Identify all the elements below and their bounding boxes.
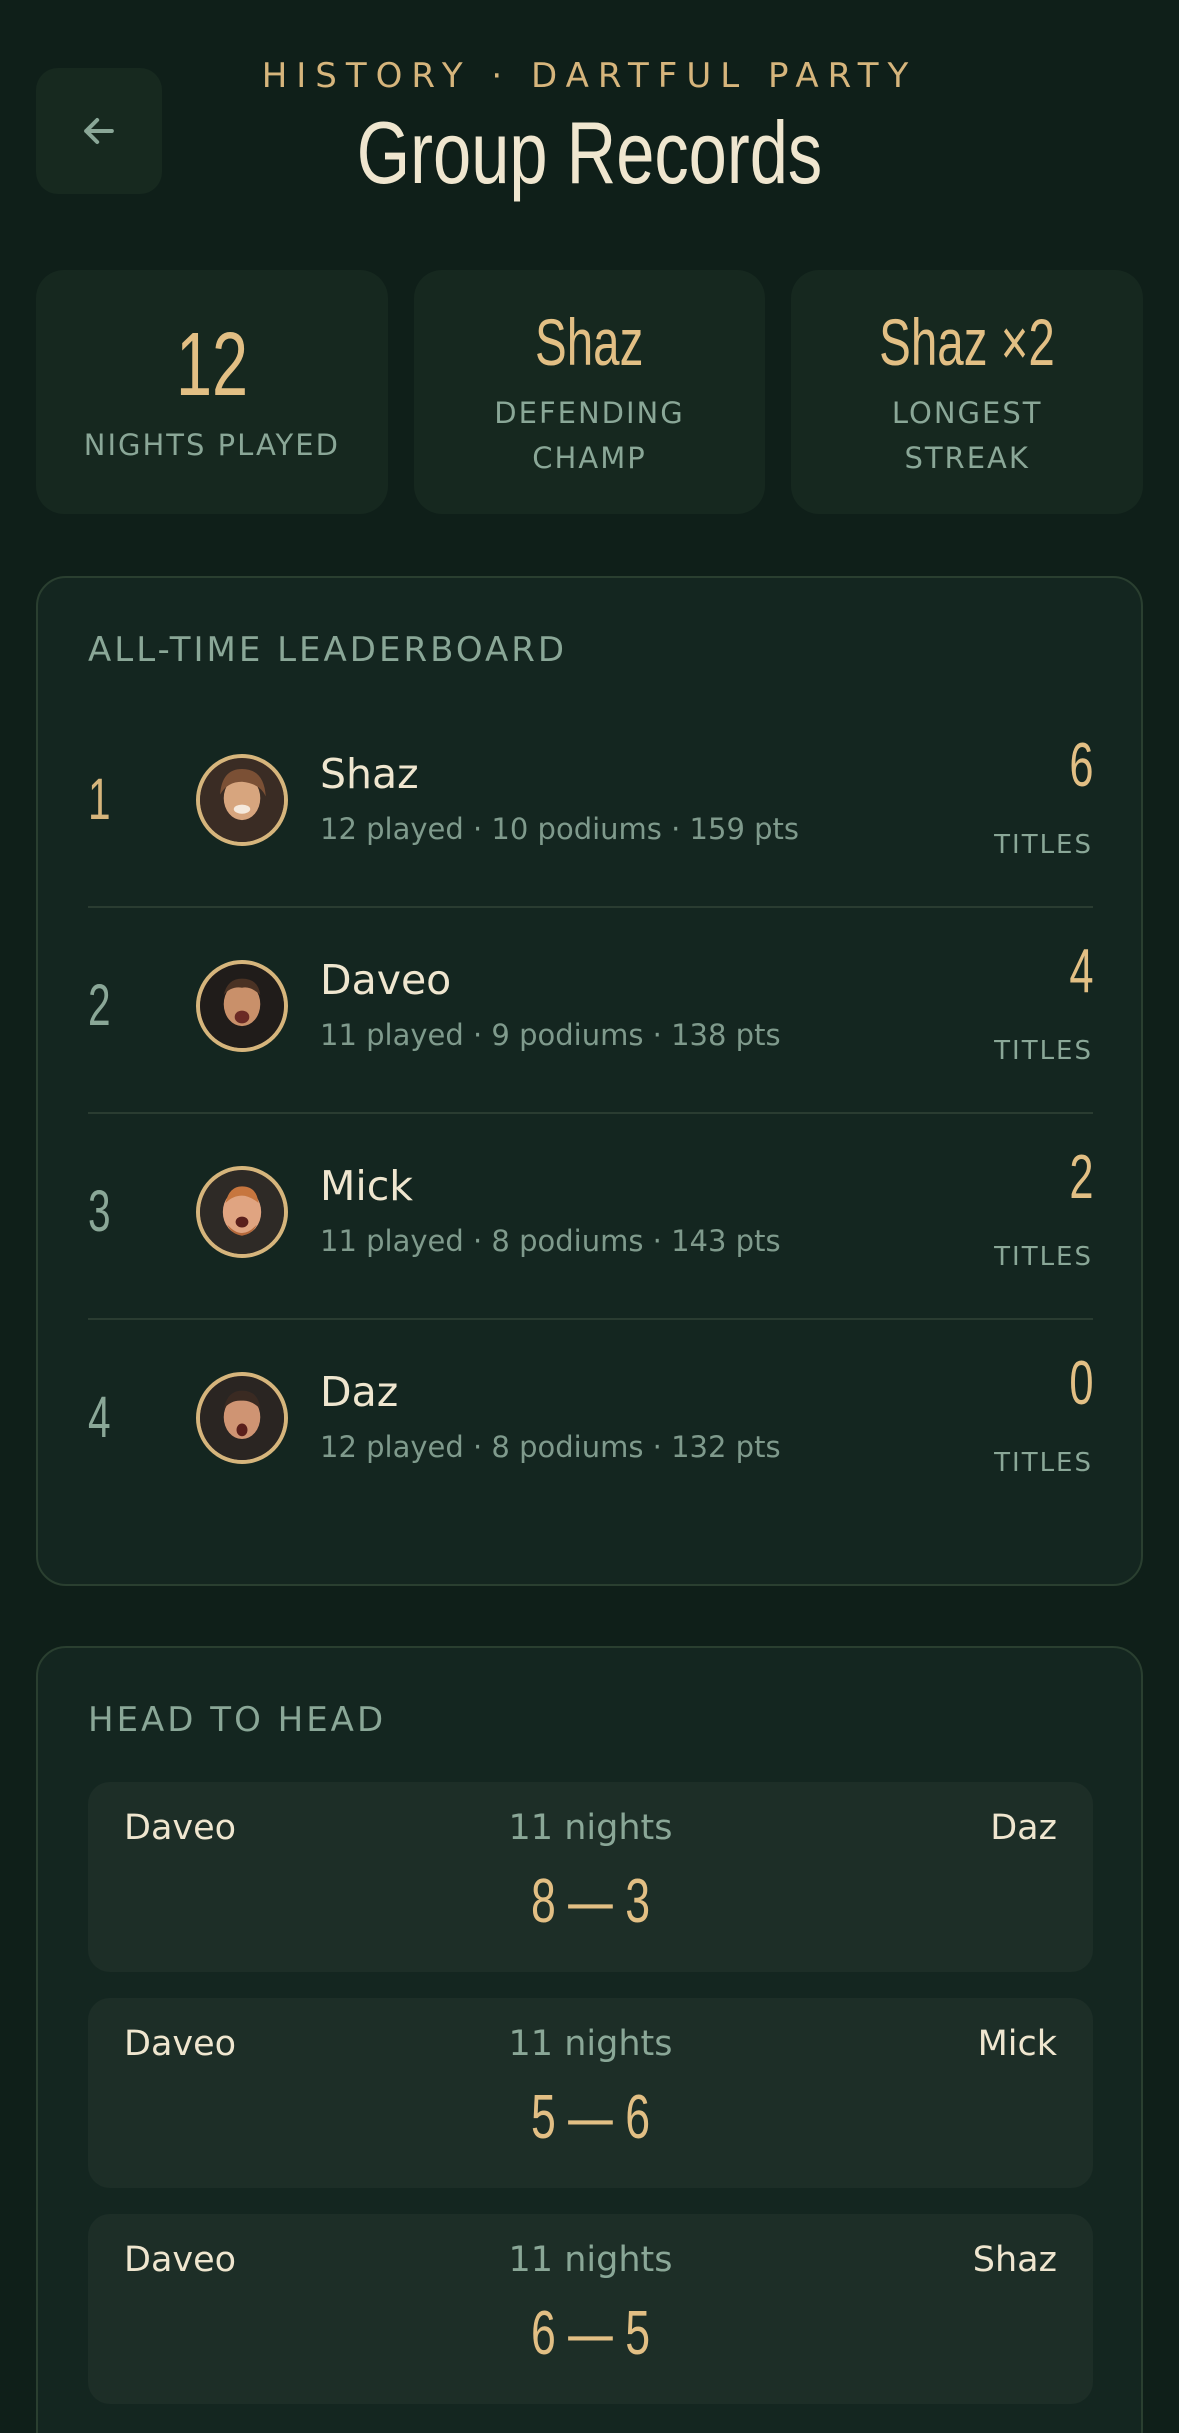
player-right: Daz: [990, 1808, 1057, 1848]
nights-count: 11 nights: [508, 2024, 673, 2064]
leaderboard-title: ALL-TIME LEADERBOARD: [88, 630, 568, 670]
player-name: Daveo: [320, 956, 452, 1004]
avatar: [196, 754, 288, 846]
stat-label: DEFENDING CHAMP: [494, 396, 685, 475]
player-right: Mick: [977, 2024, 1057, 2064]
page-eyebrow: HISTORY · DARTFUL PARTY: [261, 56, 918, 96]
titles-label: TITLES: [994, 1448, 1093, 1478]
head-to-head-title: HEAD TO HEAD: [88, 1700, 387, 1740]
rank-number: 1: [88, 767, 111, 832]
matchup-score: 6 — 5: [530, 2299, 651, 2368]
avatar: [196, 1372, 288, 1464]
rank-number: 4: [88, 1385, 111, 1450]
stat-value: Shaz: [535, 305, 644, 379]
group-records-screen: HISTORY · DARTFUL PARTY Group Records 12…: [0, 0, 1179, 2433]
matchup-card[interactable]: Daveo 11 nights Mick 5 — 6: [88, 1998, 1093, 2188]
titles-count: 0: [1068, 1349, 1093, 1418]
leaderboard-row[interactable]: 4 Daz 12 played · 8 podiums · 132 pts 0 …: [88, 1320, 1093, 1526]
matchup-score: 8 — 3: [530, 1867, 651, 1936]
avatar: [196, 1166, 288, 1258]
stat-value: Shaz ×2: [879, 305, 1056, 379]
player-name: Daz: [320, 1368, 399, 1416]
avatar: [196, 960, 288, 1052]
leaderboard-card: ALL-TIME LEADERBOARD 1 Shaz 12 played · …: [36, 576, 1143, 1586]
player-stats: 11 played · 9 podiums · 138 pts: [320, 1018, 781, 1052]
titles-count: 2: [1068, 1143, 1093, 1212]
arrow-left-icon: [84, 117, 114, 145]
stat-label: LONGEST STREAK: [891, 396, 1043, 475]
stat-defending-champ: Shaz DEFENDING CHAMP: [413, 270, 766, 514]
rank-number: 3: [88, 1179, 111, 1244]
titles-count: 6: [1068, 731, 1093, 800]
titles-label: TITLES: [994, 1036, 1093, 1066]
nights-count: 11 nights: [508, 1808, 673, 1848]
page-title: Group Records: [356, 103, 823, 202]
nights-count: 11 nights: [508, 2240, 673, 2280]
player-right: Shaz: [972, 2240, 1057, 2280]
player-stats: 11 played · 8 podiums · 143 pts: [320, 1224, 781, 1258]
player-name: Shaz: [320, 750, 419, 798]
leaderboard-row[interactable]: 1 Shaz 12 played · 10 podiums · 159 pts …: [88, 702, 1093, 908]
player-stats: 12 played · 8 podiums · 132 pts: [320, 1430, 781, 1464]
matchup-card[interactable]: Daveo 11 nights Daz 8 — 3: [88, 1782, 1093, 1972]
titles-label: TITLES: [994, 830, 1093, 860]
player-stats: 12 played · 10 podiums · 159 pts: [320, 812, 800, 846]
stat-longest-streak: Shaz ×2 LONGEST STREAK: [791, 270, 1144, 514]
leaderboard-row[interactable]: 3 Mick 11 played · 8 podiums · 143 pts 2…: [88, 1114, 1093, 1320]
titles-count: 4: [1068, 937, 1093, 1006]
matchup-score: 5 — 6: [530, 2083, 651, 2152]
rank-number: 2: [88, 973, 111, 1038]
player-name: Mick: [320, 1162, 414, 1210]
head-to-head-card: HEAD TO HEAD Daveo 11 nights Daz 8 — 3 D…: [36, 1646, 1143, 2433]
leaderboard-row[interactable]: 2 Daveo 11 played · 9 podiums · 138 pts …: [88, 908, 1093, 1114]
stat-label: NIGHTS PLAYED: [83, 427, 340, 462]
stat-nights-played: 12 NIGHTS PLAYED: [36, 270, 388, 514]
stats-row: 12 NIGHTS PLAYED Shaz DEFENDING CHAMP Sh…: [36, 270, 1144, 514]
titles-label: TITLES: [994, 1242, 1093, 1272]
stat-value: 12: [175, 314, 248, 415]
matchup-card[interactable]: Daveo 11 nights Shaz 6 — 5: [88, 2214, 1093, 2404]
